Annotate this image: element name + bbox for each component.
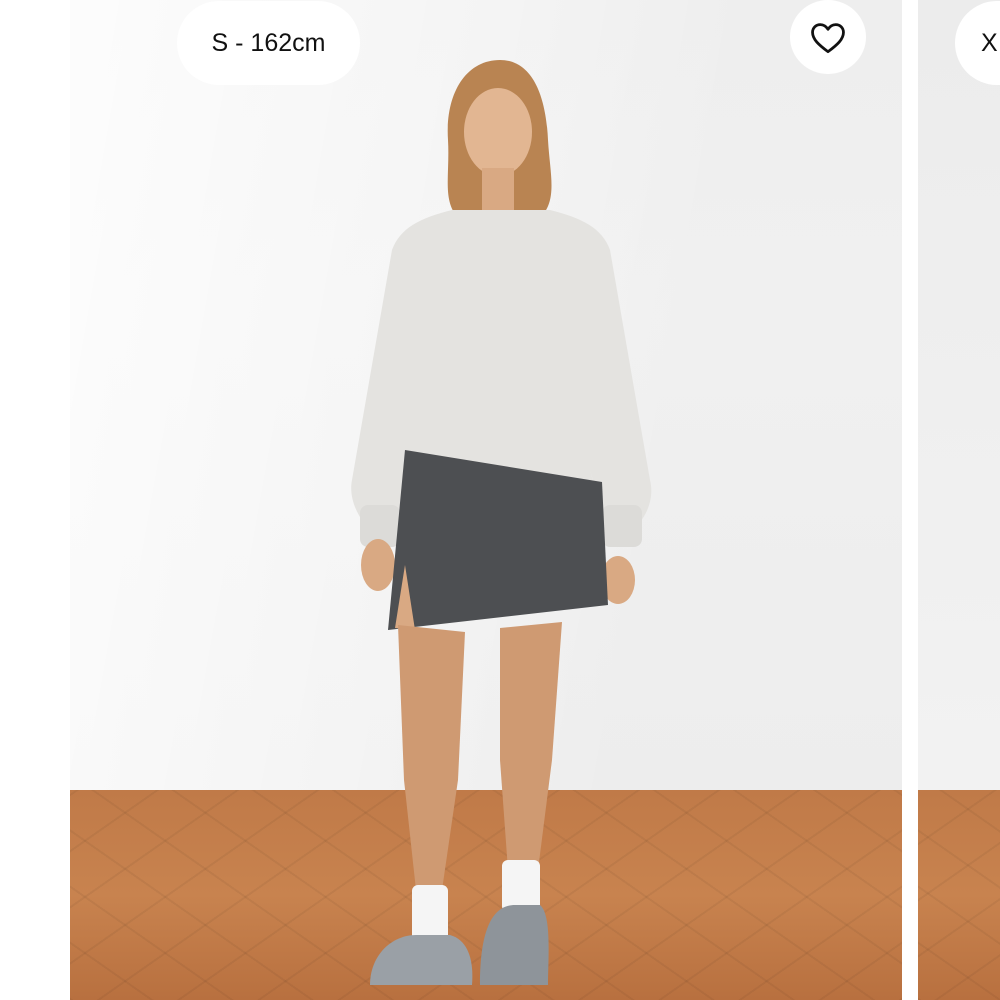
product-photo-slide[interactable]: S - 162cm	[70, 0, 902, 1000]
model-right-sock	[502, 860, 540, 912]
next-slide-floor	[918, 790, 1000, 1000]
model-face	[464, 88, 532, 176]
model-photo	[351, 60, 652, 985]
size-label: S - 162cm	[211, 28, 326, 57]
next-slide-wall	[918, 0, 1000, 790]
model-left-sneaker	[370, 935, 473, 985]
model-left-hand	[361, 539, 395, 591]
model-left-sock	[412, 885, 448, 943]
product-image-carousel[interactable]: S - 162cm X	[0, 0, 1000, 1000]
next-size-label: X	[981, 28, 998, 57]
favorite-button[interactable]	[790, 0, 866, 74]
heart-outline-icon	[811, 23, 845, 54]
model-neck	[482, 168, 514, 210]
model-right-sneaker	[480, 905, 549, 985]
sweater-right-cuff	[602, 505, 642, 547]
next-product-photo-slide[interactable]	[918, 0, 1000, 1000]
model-left-leg	[398, 625, 465, 890]
size-badge: S - 162cm	[177, 1, 360, 85]
model-right-leg	[500, 622, 562, 870]
